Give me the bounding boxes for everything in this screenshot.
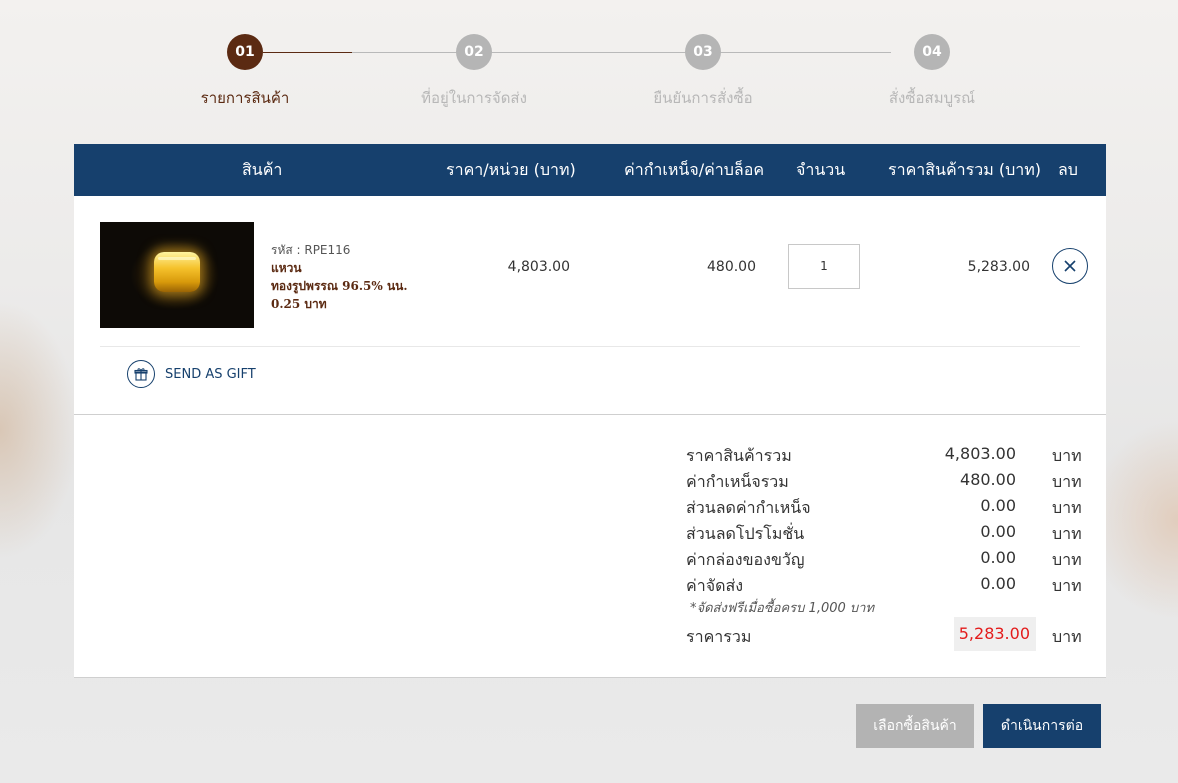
step-label: รายการสินค้า — [200, 89, 290, 107]
step-4: 04 สั่งซื้อสมบูรณ์ — [862, 34, 1002, 110]
summary-label: ราคาสินค้ารวม — [686, 446, 792, 465]
summary-row: ส่วนลดค่ากำเหน็จ 0.00 บาท — [686, 493, 1086, 519]
step-number: 03 — [685, 34, 721, 70]
item-unit-price: 4,803.00 — [507, 259, 570, 275]
summary-value: 0.00 — [980, 574, 1016, 593]
close-icon — [1064, 260, 1076, 272]
summary-value: 480.00 — [960, 470, 1016, 489]
summary-unit: บาท — [1052, 446, 1082, 465]
step-label: ยืนยันการสั่งซื้อ — [653, 89, 753, 107]
checkout-stepper: 01 รายการสินค้า 02 ที่อยู่ในการจัดส่ง 03… — [0, 34, 1178, 114]
summary-value: 0.00 — [980, 496, 1016, 515]
continue-shopping-button[interactable]: เลือกซื้อสินค้า — [856, 704, 974, 748]
grand-total-value: 5,283.00 — [954, 617, 1036, 651]
summary-unit: บาท — [1052, 498, 1082, 517]
header-product: สินค้า — [242, 160, 283, 179]
summary-row: ค่ากำเหน็จรวม 480.00 บาท — [686, 467, 1086, 493]
background-blur — [0, 300, 80, 560]
header-total: ราคาสินค้ารวม (บาท) — [888, 160, 1042, 179]
gift-icon — [127, 360, 155, 388]
step-number: 02 — [456, 34, 492, 70]
summary-row: ค่ากล่องของขวัญ 0.00 บาท — [686, 545, 1086, 571]
grand-total-label: ราคารวม — [686, 627, 752, 646]
grand-total-unit: บาท — [1052, 627, 1082, 646]
step-number: 01 — [227, 34, 263, 70]
quantity-input[interactable]: 1 — [788, 244, 860, 289]
summary-unit: บาท — [1052, 472, 1082, 491]
section-separator — [74, 414, 1106, 415]
cart-table-header: สินค้า ราคา/หน่วย (บาท) ค่ากำเหน็จ/ค่าบล… — [74, 144, 1106, 196]
item-labor: 480.00 — [707, 259, 756, 275]
summary-row: ราคาสินค้ารวม 4,803.00 บาท — [686, 441, 1086, 467]
header-labor: ค่ากำเหน็จ/ค่าบล็อค — [624, 160, 765, 179]
row-divider — [100, 346, 1080, 347]
summary-label: ส่วนลดค่ากำเหน็จ — [686, 498, 811, 517]
item-total: 5,283.00 — [967, 259, 1030, 275]
header-unit-price: ราคา/หน่วย (บาท) — [446, 160, 576, 179]
ring-image — [154, 252, 200, 292]
step-label: สั่งซื้อสมบูรณ์ — [888, 89, 976, 107]
summary-unit: บาท — [1052, 550, 1082, 569]
step-number: 04 — [914, 34, 950, 70]
product-name-line1: แหวน — [271, 261, 302, 275]
step-label: ที่อยู่ในการจัดส่ง — [421, 89, 527, 107]
product-code: รหัส : RPE116 — [271, 243, 351, 257]
summary-label: ค่ากล่องของขวัญ — [686, 550, 805, 569]
product-name-line2: ทองรูปพรรณ 96.5% นน. 0.25 บาท — [271, 279, 408, 311]
free-shipping-note: *จัดส่งฟรีเมื่อซื้อครบ 1,000 บาท — [690, 601, 875, 616]
step-2: 02 ที่อยู่ในการจัดส่ง — [404, 34, 544, 110]
order-summary: ราคาสินค้ารวม 4,803.00 บาท ค่ากำเหน็จรวม… — [686, 441, 1086, 651]
summary-unit: บาท — [1052, 576, 1082, 595]
summary-value: 4,803.00 — [944, 444, 1016, 463]
step-1: 01 รายการสินค้า — [175, 34, 315, 110]
stepper-track — [263, 52, 891, 53]
summary-value: 0.00 — [980, 522, 1016, 541]
summary-label: ค่ากำเหน็จรวม — [686, 472, 789, 491]
summary-unit: บาท — [1052, 524, 1082, 543]
step-3: 03 ยืนยันการสั่งซื้อ — [633, 34, 773, 110]
product-name[interactable]: แหวน ทองรูปพรรณ 96.5% นน. 0.25 บาท — [271, 259, 431, 313]
delete-item-button[interactable] — [1052, 248, 1088, 284]
header-delete: ลบ — [1058, 160, 1078, 179]
gift-label: SEND AS GIFT — [165, 366, 256, 382]
summary-row: ค่าจัดส่ง 0.00 บาท — [686, 571, 1086, 597]
grand-total-row: ราคารวม 5,283.00 บาท — [686, 617, 1086, 651]
summary-label: ส่วนลดโปรโมชั่น — [686, 524, 805, 543]
proceed-button[interactable]: ดำเนินการต่อ — [983, 704, 1101, 748]
send-as-gift-button[interactable]: SEND AS GIFT — [127, 360, 256, 388]
header-qty: จำนวน — [796, 160, 846, 179]
summary-row: ส่วนลดโปรโมชั่น 0.00 บาท — [686, 519, 1086, 545]
product-image[interactable] — [100, 222, 254, 328]
cart-panel: สินค้า ราคา/หน่วย (บาท) ค่ากำเหน็จ/ค่าบล… — [74, 144, 1106, 678]
summary-value: 0.00 — [980, 548, 1016, 567]
summary-label: ค่าจัดส่ง — [686, 576, 744, 595]
